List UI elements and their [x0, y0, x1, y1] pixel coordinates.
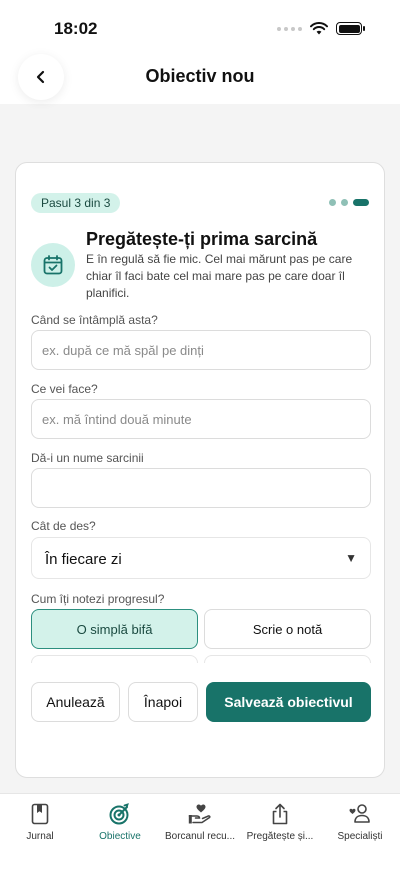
task-name-input[interactable] [31, 468, 371, 508]
tab-bar: Jurnal Obiective Borcanul recu... Pregăt… [0, 793, 400, 869]
share-icon [270, 802, 290, 826]
task-setup-card: Pasul 3 din 3 Pregătește-ți prima sarcin… [15, 162, 385, 778]
frequency-selected-value: În fiecare zi [45, 551, 122, 568]
cancel-button[interactable]: Anulează [31, 682, 120, 722]
scroll-peek [31, 655, 371, 663]
tab-label: Pregătește și... [246, 831, 314, 842]
tab-label: Obiective [99, 831, 141, 842]
caret-down-icon: ▼ [345, 551, 357, 565]
heart-hand-icon [188, 802, 212, 826]
tab-prepare[interactable]: Pregătește și... [240, 794, 320, 869]
page-title: Obiectiv nou [145, 66, 255, 86]
frequency-label: Cât de des? [31, 519, 96, 533]
progress-label: Cum îți notezi progresul? [31, 592, 165, 606]
target-icon [109, 802, 131, 826]
when-label: Când se întâmplă asta? [31, 313, 158, 327]
step-progress-indicator [329, 199, 369, 206]
task-title: Pregătește-ți prima sarcină [86, 229, 318, 249]
status-time: 18:02 [54, 19, 98, 38]
option-write-note[interactable]: Scrie o notă [204, 609, 371, 649]
when-input[interactable] [31, 330, 371, 370]
tab-jar[interactable]: Borcanul recu... [160, 794, 240, 869]
battery-icon [336, 22, 365, 35]
status-indicators [277, 22, 365, 35]
back-step-button[interactable]: Înapoi [128, 682, 198, 722]
tab-label: Specialiști [337, 831, 383, 842]
action-row: Anulează Înapoi Salvează obiectivul [31, 682, 371, 722]
step-dot [341, 199, 348, 206]
header: Obiectiv nou [0, 54, 400, 104]
what-input[interactable] [31, 399, 371, 439]
tab-journal[interactable]: Jurnal [0, 794, 80, 869]
task-name-label: Dă-i un nume sarcinii [31, 451, 144, 465]
what-label: Ce vei face? [31, 382, 98, 396]
option-simple-check[interactable]: O simplă bifă [31, 609, 198, 649]
calendar-check-icon [31, 243, 75, 287]
tab-goals[interactable]: Obiective [80, 794, 160, 869]
signal-icon [277, 26, 302, 31]
step-dot-active [353, 199, 369, 206]
tab-label: Jurnal [26, 831, 54, 842]
status-bar: 18:02 [0, 0, 400, 54]
tab-label: Borcanul recu... [164, 831, 236, 842]
task-description: E în regulă să fie mic. Cel mai mărunt p… [86, 252, 353, 300]
step-badge: Pasul 3 din 3 [31, 193, 121, 213]
wifi-icon [310, 22, 328, 35]
specialist-icon [348, 802, 372, 826]
save-goal-button[interactable]: Salvează obiectivul [206, 682, 371, 722]
progress-type-selector: O simplă bifă Scrie o notă [31, 609, 371, 649]
journal-icon [31, 802, 49, 826]
step-dot [329, 199, 336, 206]
frequency-select[interactable]: În fiecare zi ▼ [31, 537, 371, 579]
tab-specialists[interactable]: Specialiști [320, 794, 400, 869]
